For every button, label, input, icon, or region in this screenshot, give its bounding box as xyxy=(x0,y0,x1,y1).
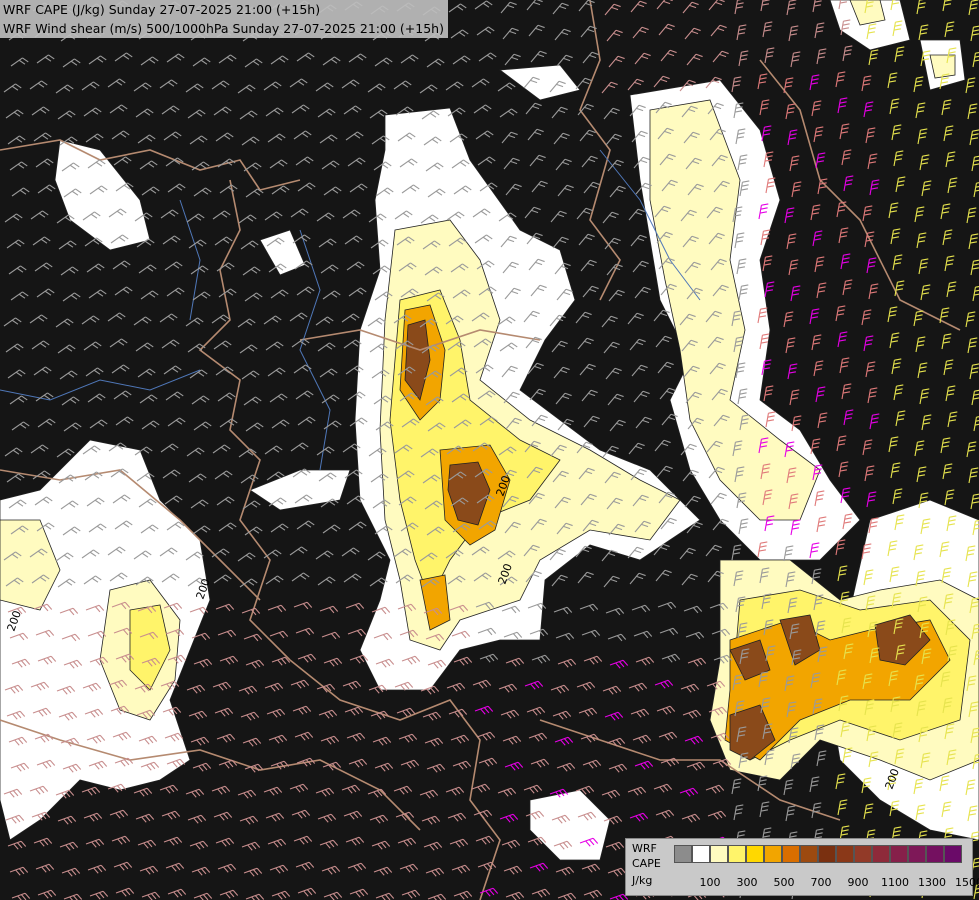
legend-swatch xyxy=(710,845,728,863)
legend-swatch xyxy=(764,845,782,863)
legend-tick-label: 700 xyxy=(810,876,832,889)
legend-tick-label: 900 xyxy=(847,876,869,889)
legend-swatch xyxy=(836,845,854,863)
legend-swatch xyxy=(692,845,710,863)
legend-tick-label: 1300 xyxy=(918,876,946,889)
legend-tick-label: 500 xyxy=(773,876,795,889)
legend-swatch xyxy=(944,845,962,863)
legend-tick-label: 300 xyxy=(736,876,758,889)
legend-swatch xyxy=(908,845,926,863)
legend-tick-label: 1100 xyxy=(881,876,909,889)
cape-legend: WRF CAPE J/kg 100 300 500 700 900 1100 1300 150… xyxy=(625,838,979,896)
legend-model: WRF xyxy=(632,842,657,855)
legend-swatch xyxy=(818,845,836,863)
legend-tick-label: 100 xyxy=(699,876,721,889)
title-wind-shear: WRF Wind shear (m/s) 500/1000hPa Sunday … xyxy=(3,21,444,36)
legend-color-scale xyxy=(674,845,962,863)
legend-swatch xyxy=(854,845,872,863)
legend-tick-label: 1500 xyxy=(955,876,979,889)
legend-swatch xyxy=(872,845,890,863)
map-title: WRF CAPE (J/kg) Sunday 27-07-2025 21:00 … xyxy=(0,0,448,38)
legend-swatch xyxy=(890,845,908,863)
legend-swatch xyxy=(926,845,944,863)
legend-swatch xyxy=(800,845,818,863)
legend-unit: J/kg xyxy=(632,874,653,887)
title-cape: WRF CAPE (J/kg) Sunday 27-07-2025 21:00 … xyxy=(3,2,321,17)
legend-swatch xyxy=(746,845,764,863)
legend-ticks: 100 300 500 700 900 1100 1300 1500 xyxy=(674,876,979,890)
cape-map-canvas: 200200200200200 xyxy=(0,0,979,900)
weather-map: 200 200 200 200 200 WRF CAPE (J/kg) Sunday 2… xyxy=(0,0,979,900)
legend-swatch xyxy=(782,845,800,863)
legend-swatch xyxy=(674,845,692,863)
legend-swatch xyxy=(728,845,746,863)
legend-variable: CAPE xyxy=(632,857,661,870)
